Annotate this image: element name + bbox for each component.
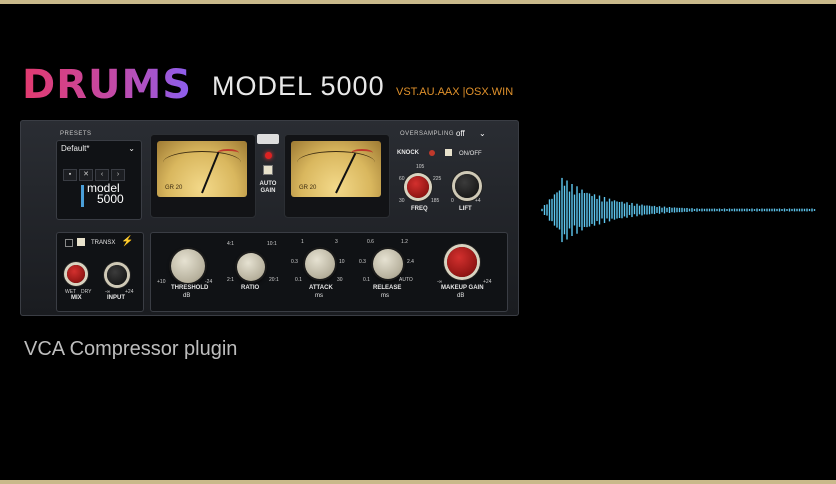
makeup-tick: +24 (483, 279, 492, 285)
attack-label: ATTACK (309, 285, 333, 291)
freq-tick: 60 (399, 176, 405, 182)
vu-meter-left: GR 20 (150, 134, 256, 218)
release-tick: 0.3 (359, 259, 366, 265)
preset-dropdown[interactable]: Default* ⌄ (61, 144, 137, 158)
ratio-tick: 4:1 (227, 241, 234, 247)
ratio-knob[interactable] (237, 253, 265, 281)
waveform-graphic (541, 177, 816, 243)
prev-icon[interactable]: ‹ (95, 169, 109, 181)
compressor-controls: +10 -24 THRESHOLD dB 4:1 10:1 2:1 20:1 R… (150, 232, 508, 312)
freq-tick: 105 (416, 164, 425, 170)
save-icon[interactable]: ▪ (63, 169, 77, 181)
on-off-label: ON/OFF (459, 151, 482, 157)
meter-gr-label: GR 20 (299, 185, 317, 191)
attack-tick: 0.3 (291, 259, 298, 265)
oversampling-label: OVERSAMPLING (400, 131, 455, 137)
model-logo: model 5000 (81, 182, 133, 211)
ratio-label: RATIO (241, 285, 260, 291)
preset-panel: Default* ⌄ ▪ ✕ ‹ › model 5000 (56, 140, 142, 220)
brand-badge-icon (257, 134, 279, 144)
input-label: INPUT (107, 295, 125, 301)
ratio-tick: 2:1 (227, 277, 234, 283)
attack-tick: 0.1 (295, 277, 302, 283)
makeup-label: MAKEUP GAIN (441, 285, 484, 291)
lightning-icon: ⚡ (121, 236, 134, 247)
release-tick: 1.2 (401, 239, 408, 245)
mix-panel: TRANSX ⚡ WET DRY -∞ +24 MIX INPUT (56, 232, 144, 312)
auto-gain-column: AUTO GAIN (252, 134, 284, 195)
threshold-unit: dB (183, 293, 191, 299)
makeup-gain-knob[interactable] (447, 247, 477, 277)
headline-model: MODEL 5000 (212, 71, 385, 101)
release-label: RELEASE (373, 285, 402, 291)
knock-label: KNOCK (397, 150, 419, 156)
knock-toggle[interactable] (445, 149, 452, 156)
freq-tick: 185 (431, 198, 440, 204)
oversampling-select[interactable]: off ⌄ (456, 129, 486, 138)
oversampling-value: off (456, 129, 465, 138)
makeup-unit: dB (457, 293, 465, 299)
release-tick: 0.1 (363, 277, 370, 283)
input-tick: +24 (125, 289, 134, 295)
frame-top-border (0, 0, 836, 4)
next-icon[interactable]: › (111, 169, 125, 181)
transx-label: TRANSX (91, 240, 116, 246)
freq-label: FREQ (411, 206, 428, 212)
chevron-down-icon: ⌄ (128, 144, 135, 153)
freq-knob[interactable] (407, 176, 429, 198)
formats-label: VST.AU.AAX |OSX.WIN (396, 86, 514, 98)
attack-tick: 10 (339, 259, 345, 265)
subtitle: VCA Compressor plugin (24, 338, 238, 360)
ratio-tick: 10:1 (267, 241, 277, 247)
freq-tick: 225 (433, 176, 442, 182)
threshold-tick: +10 (157, 279, 166, 285)
meter-gr-label: GR 20 (165, 185, 183, 191)
presets-label: PRESETS (60, 131, 92, 137)
ratio-tick: 20:1 (269, 277, 279, 283)
auto-gain-label: AUTO GAIN (259, 181, 277, 194)
input-knob[interactable] (107, 265, 127, 285)
attack-tick: 30 (337, 277, 343, 283)
threshold-label: THRESHOLD (171, 285, 209, 291)
lift-knob[interactable] (455, 174, 479, 198)
attack-tick: 3 (335, 239, 338, 245)
attack-knob[interactable] (305, 249, 335, 279)
transx-led (65, 239, 73, 247)
threshold-knob[interactable] (171, 249, 205, 283)
auto-gain-toggle[interactable] (263, 165, 273, 175)
mix-tick: DRY (81, 289, 92, 295)
lift-tick: +4 (475, 198, 481, 204)
release-knob[interactable] (373, 249, 403, 279)
mix-knob[interactable] (67, 265, 85, 283)
frame-bottom-border (0, 480, 836, 484)
plugin-window: PRESETS OVERSAMPLING off ⌄ Default* ⌄ ▪ ✕ ‹… (20, 120, 519, 316)
knock-panel: KNOCK ON/OFF 105 60 225 30 185 FREQ 0 +4… (393, 146, 507, 214)
knock-led (429, 150, 435, 156)
headline-drums: DRUMS (22, 62, 193, 108)
mix-label: MIX (71, 295, 82, 301)
release-tick: AUTO (399, 277, 413, 283)
release-tick: 2.4 (407, 259, 414, 265)
logo-line2: 5000 (97, 192, 124, 206)
preset-value: Default* (61, 144, 90, 153)
close-icon[interactable]: ✕ (79, 169, 93, 181)
vu-meter-right: GR 20 (284, 134, 390, 218)
attack-tick: 1 (301, 239, 304, 245)
freq-tick: 30 (399, 198, 405, 204)
chevron-down-icon: ⌄ (478, 129, 486, 138)
auto-gain-led (264, 152, 272, 159)
attack-unit: ms (315, 293, 323, 299)
lift-tick: 0 (451, 198, 454, 204)
lift-label: LIFT (459, 206, 472, 212)
release-unit: ms (381, 293, 389, 299)
transx-toggle[interactable] (77, 238, 85, 246)
release-tick: 0.6 (367, 239, 374, 245)
